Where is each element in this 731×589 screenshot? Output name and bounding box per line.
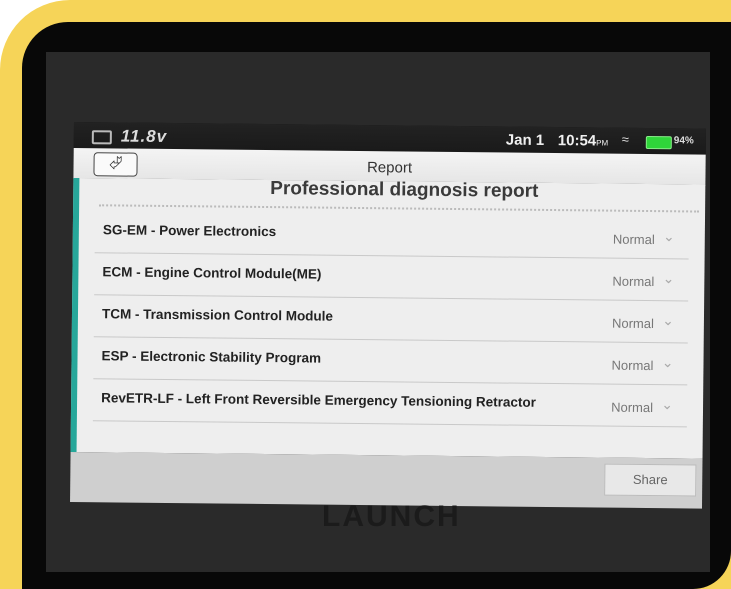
launch-logo: LAUNCH bbox=[322, 500, 461, 533]
chevron-down-icon[interactable]: ⌄ bbox=[662, 354, 674, 371]
system-status: Normal bbox=[611, 357, 654, 374]
system-name: RevETR-LF - Left Front Reversible Emerge… bbox=[101, 390, 536, 410]
chevron-down-icon[interactable]: ⌄ bbox=[661, 396, 673, 413]
system-name: ESP - Electronic Stability Program bbox=[101, 348, 322, 366]
system-status: Normal bbox=[611, 315, 654, 332]
system-row[interactable]: ESP - Electronic Stability Program Norma… bbox=[93, 336, 688, 386]
system-status: Normal bbox=[611, 399, 654, 416]
system-status: Normal bbox=[612, 231, 655, 248]
system-status: Normal bbox=[612, 273, 655, 290]
system-row[interactable]: ECM - Engine Control Module(ME) Normal ⌄ bbox=[94, 252, 689, 302]
scanner-device: 11.8v Jan 1 10:54PM ≈ 94% ⮰ Report Profe… bbox=[22, 22, 731, 589]
chevron-down-icon[interactable]: ⌄ bbox=[663, 270, 675, 287]
system-name: SG-EM - Power Electronics bbox=[102, 222, 277, 240]
share-button[interactable]: Share bbox=[604, 463, 697, 497]
chevron-down-icon[interactable]: ⌄ bbox=[662, 312, 674, 329]
system-name: TCM - Transmission Control Module bbox=[101, 306, 334, 324]
voltage-readout: 11.8v bbox=[120, 126, 168, 146]
system-name: ECM - Engine Control Module(ME) bbox=[102, 264, 322, 282]
status-ampm: PM bbox=[596, 138, 609, 148]
wifi-icon: ≈ bbox=[621, 131, 630, 147]
status-date: Jan 1 bbox=[505, 131, 545, 149]
report-content: Professional diagnosis report SG-EM - Po… bbox=[70, 177, 706, 459]
battery-level-icon bbox=[645, 135, 672, 150]
car-battery-icon bbox=[91, 130, 112, 145]
system-row[interactable]: TCM - Transmission Control Module Normal… bbox=[93, 294, 689, 344]
system-row[interactable]: SG-EM - Power Electronics Normal ⌄ bbox=[94, 210, 690, 260]
chevron-down-icon[interactable]: ⌄ bbox=[663, 228, 675, 245]
battery-percent: 94% bbox=[673, 135, 694, 147]
system-row[interactable]: RevETR-LF - Left Front Reversible Emerge… bbox=[92, 378, 688, 428]
device-screen: 11.8v Jan 1 10:54PM ≈ 94% ⮰ Report Profe… bbox=[70, 122, 706, 509]
status-time: 10:54PM bbox=[557, 132, 609, 150]
